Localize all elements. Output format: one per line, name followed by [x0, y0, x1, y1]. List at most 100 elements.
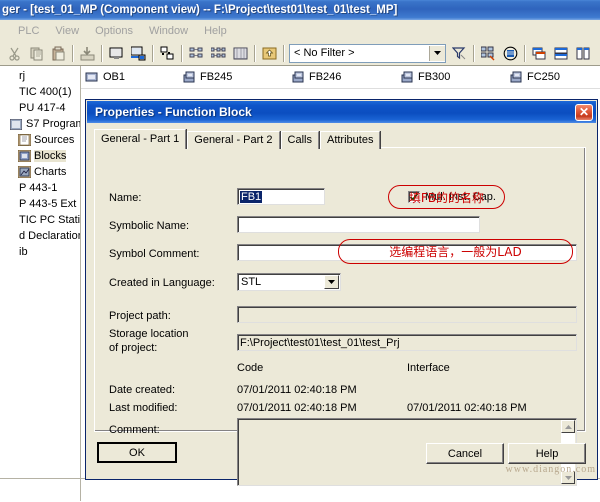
block-label: FB245 [200, 71, 232, 83]
tree-item[interactable]: ib [0, 244, 81, 260]
chevron-down-icon[interactable] [324, 275, 339, 289]
block-label: FC250 [527, 71, 560, 83]
block-label: FB246 [309, 71, 341, 83]
storage-location-input: F:\Project\test01\test_01\test_Prj [237, 334, 577, 351]
tree-item-label: S7 Program(1 [26, 118, 81, 130]
fb-block-icon [181, 70, 197, 84]
application-window: ger - [test_01_MP (Component view) -- F:… [0, 0, 600, 501]
comment-label: Comment: [109, 424, 160, 436]
window-titlebar: ger - [test_01_MP (Component view) -- F:… [0, 0, 600, 20]
declarations-icon [2, 230, 16, 243]
tab-calls[interactable]: Calls [281, 131, 319, 149]
tree-item[interactable]: PU 417-4 [0, 100, 81, 116]
tree-item-label: Sources [34, 134, 74, 146]
details-icon[interactable] [229, 43, 251, 64]
block-item-fb300[interactable]: FB300 [399, 70, 508, 84]
block-item-ob1[interactable]: OB1 [84, 70, 181, 84]
code-column-header: Code [237, 362, 263, 374]
filter-value: < No Filter > [290, 47, 355, 59]
project-tree-panel[interactable]: rj TIC 400(1) PU 417-4 S7 Program(1 [0, 66, 81, 478]
tree-item-label: P 443-5 Ext [19, 198, 76, 210]
tree-item-charts[interactable]: Charts [0, 164, 81, 180]
menu-item-window[interactable]: Window [141, 25, 196, 37]
date-created-code-value: 07/01/2011 02:40:18 PM [237, 384, 357, 396]
tree-item-sources[interactable]: Sources [0, 132, 81, 148]
last-modified-interface-value: 07/01/2011 02:40:18 PM [407, 402, 527, 414]
blocks-icon [17, 150, 31, 163]
toolbar: < No Filter > [0, 41, 600, 66]
sources-icon [17, 134, 31, 147]
cut-icon[interactable] [3, 43, 25, 64]
cp-icon [2, 182, 16, 195]
accessible-nodes-icon[interactable] [477, 43, 499, 64]
online-icon[interactable] [105, 43, 127, 64]
dialog-titlebar[interactable]: Properties - Function Block ✕ [87, 101, 596, 123]
properties-function-block-dialog: Properties - Function Block ✕ General - … [85, 99, 598, 480]
tree-item[interactable]: P 443-1 [0, 180, 81, 196]
created-in-language-value: STL [238, 276, 261, 288]
fb-block-icon [290, 70, 306, 84]
program-icon [9, 118, 23, 131]
tile-vertical-icon[interactable] [572, 43, 594, 64]
symbolic-name-input[interactable] [237, 216, 480, 233]
chevron-down-icon[interactable] [429, 46, 445, 61]
tree-item[interactable]: TIC 400(1) [0, 84, 81, 100]
toolbar-separator [473, 45, 474, 62]
compare-icon[interactable] [156, 43, 178, 64]
copy-icon[interactable] [25, 43, 47, 64]
pc-station-icon [2, 214, 16, 227]
tab-strip: General - Part 1 General - Part 2 Calls … [94, 130, 381, 149]
block-label: FB300 [418, 71, 450, 83]
ok-button[interactable]: OK [97, 442, 177, 463]
close-icon[interactable]: ✕ [575, 104, 593, 121]
dialog-body: General - Part 1 General - Part 2 Calls … [89, 125, 594, 477]
tree-item-label: rj [19, 70, 25, 82]
filter-combobox[interactable]: < No Filter > [289, 44, 446, 63]
annotation-text: 填FB的的名称 [409, 189, 484, 206]
name-value: FB1 [240, 191, 262, 203]
window-title: ger - [test_01_MP (Component view) -- F:… [0, 4, 397, 16]
tree-item[interactable]: P 443-5 Ext [0, 196, 81, 212]
created-in-language-combobox[interactable]: STL [237, 273, 341, 291]
tab-general-part-2[interactable]: General - Part 2 [187, 131, 279, 149]
statusbar-cell [0, 479, 81, 501]
cancel-button[interactable]: Cancel [426, 443, 504, 464]
list-icon[interactable] [207, 43, 229, 64]
tab-label: Attributes [327, 134, 373, 146]
plc-network-icon[interactable] [499, 43, 521, 64]
paste-icon[interactable] [47, 43, 69, 64]
up-one-level-icon[interactable] [258, 43, 280, 64]
menu-item-help[interactable]: Help [196, 25, 235, 37]
tree-item[interactable]: d Declarations [0, 228, 81, 244]
menu-item-plc[interactable]: PLC [10, 25, 47, 37]
tree-item-label: P 443-1 [19, 182, 57, 194]
menu-item-options[interactable]: Options [87, 25, 141, 37]
cpu-icon [2, 102, 16, 115]
tab-general-part-1[interactable]: General - Part 1 [94, 129, 186, 149]
offline-icon[interactable] [127, 43, 149, 64]
tree-item[interactable]: rj [0, 68, 81, 84]
cascade-icon[interactable] [528, 43, 550, 64]
tile-horizontal-icon[interactable] [550, 43, 572, 64]
tree-item[interactable]: S7 Program(1 [0, 116, 81, 132]
annotation-text: 选编程语言，一般为LAD [389, 243, 521, 260]
tab-label: Calls [288, 134, 312, 146]
filter-icon[interactable] [448, 43, 470, 64]
tree-item-blocks[interactable]: Blocks [0, 148, 81, 164]
block-item-fc250[interactable]: FC250 [508, 70, 598, 84]
ob-block-icon [84, 70, 100, 84]
help-button[interactable]: Help [508, 443, 586, 464]
download-icon[interactable] [76, 43, 98, 64]
cp-icon [2, 198, 16, 211]
block-item-fb245[interactable]: FB245 [181, 70, 290, 84]
tree-item-label: Blocks [34, 150, 66, 162]
block-item-fb246[interactable]: FB246 [290, 70, 399, 84]
tree-item-label: ib [19, 246, 28, 258]
small-icons-icon[interactable] [185, 43, 207, 64]
menu-item-view[interactable]: View [47, 25, 87, 37]
scroll-up-icon[interactable] [561, 420, 575, 433]
storage-location-label-line2: of project: [109, 342, 157, 354]
name-input[interactable]: FB1 [237, 188, 325, 205]
tab-attributes[interactable]: Attributes [320, 131, 380, 149]
tree-item[interactable]: TIC PC Station( [0, 212, 81, 228]
